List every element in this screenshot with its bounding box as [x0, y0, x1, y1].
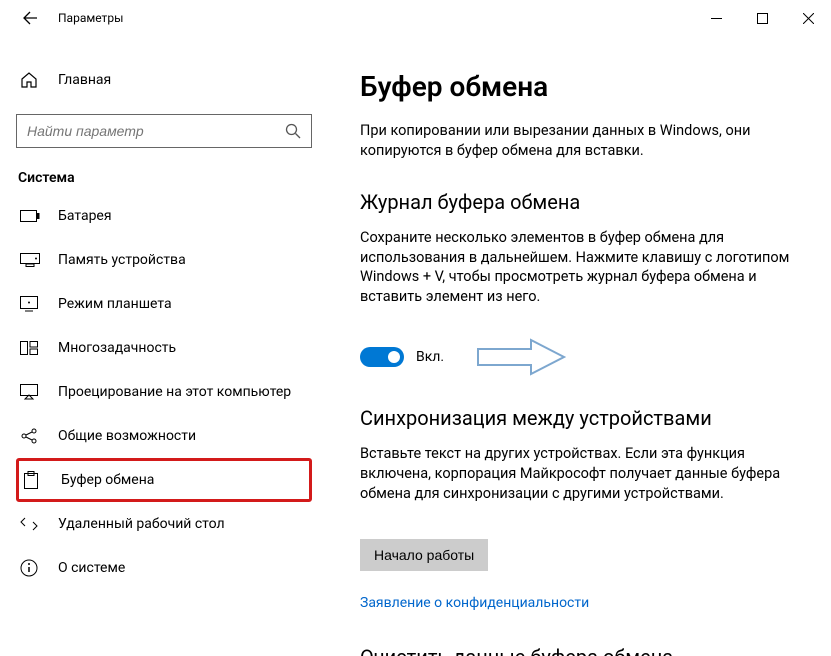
sidebar-item-storage[interactable]: Память устройства — [16, 238, 312, 282]
section-title: Система — [16, 170, 312, 186]
home-nav[interactable]: Главная — [16, 60, 312, 100]
window-title: Параметры — [58, 11, 123, 25]
sidebar-item-label: Проецирование на этот компьютер — [58, 384, 291, 400]
history-heading: Журнал буфера обмена — [360, 190, 803, 214]
sync-desc: Вставьте текст на других устройствах. Ес… — [360, 444, 803, 503]
search-icon — [285, 123, 301, 139]
sidebar-item-label: Память устройства — [58, 252, 186, 268]
home-icon — [20, 71, 40, 89]
projecting-icon — [20, 384, 40, 400]
sidebar-item-label: Многозадачность — [58, 340, 176, 356]
get-started-button[interactable]: Начало работы — [360, 539, 488, 571]
clipboard-icon — [23, 471, 43, 489]
sidebar-item-remote[interactable]: Удаленный рабочий стол — [16, 502, 312, 546]
search-input[interactable] — [27, 123, 285, 139]
tablet-icon — [20, 296, 40, 312]
sidebar: Главная Система Батарея Память устройств… — [0, 36, 328, 656]
history-toggle[interactable] — [360, 347, 404, 367]
battery-icon — [20, 210, 40, 222]
toggle-label: Вкл. — [416, 349, 444, 365]
sidebar-item-label: Буфер обмена — [61, 472, 154, 488]
history-desc: Сохраните несколько элементов в буфер об… — [360, 228, 803, 306]
about-icon — [20, 559, 40, 577]
maximize-button[interactable] — [739, 0, 785, 36]
window-controls — [693, 0, 831, 36]
clear-heading: Очистить данные буфера обмена — [360, 645, 803, 656]
close-button[interactable] — [785, 0, 831, 36]
sidebar-item-about[interactable]: О системе — [16, 546, 312, 590]
sync-heading: Синхронизация между устройствами — [360, 406, 803, 430]
sidebar-item-label: Общие возможности — [58, 428, 196, 444]
arrow-left-icon — [22, 10, 38, 26]
close-icon — [803, 13, 814, 24]
home-label: Главная — [58, 72, 111, 88]
privacy-link[interactable]: Заявление о конфиденциальности — [360, 595, 589, 611]
sidebar-item-clipboard[interactable]: Буфер обмена — [16, 458, 312, 502]
sidebar-item-multitask[interactable]: Многозадачность — [16, 326, 312, 370]
main-content: Буфер обмена При копировании или вырезан… — [328, 36, 831, 656]
sidebar-item-label: Батарея — [58, 208, 112, 224]
sidebar-item-label: Удаленный рабочий стол — [58, 516, 225, 532]
back-button[interactable] — [10, 0, 50, 36]
sidebar-item-projecting[interactable]: Проецирование на этот компьютер — [16, 370, 312, 414]
sidebar-item-label: Режим планшета — [58, 296, 172, 312]
minimize-icon — [711, 13, 722, 24]
search-box[interactable] — [16, 114, 312, 148]
maximize-icon — [757, 13, 768, 24]
page-title: Буфер обмена — [360, 70, 803, 103]
minimize-button[interactable] — [693, 0, 739, 36]
sidebar-item-battery[interactable]: Батарея — [16, 194, 312, 238]
arrow-annotation-icon — [476, 336, 566, 378]
multitask-icon — [20, 341, 40, 355]
sidebar-item-tablet[interactable]: Режим планшета — [16, 282, 312, 326]
titlebar: Параметры — [0, 0, 831, 36]
shared-icon — [20, 428, 40, 444]
sidebar-item-label: О системе — [58, 560, 125, 576]
remote-icon — [20, 516, 40, 532]
storage-icon — [20, 253, 40, 267]
sidebar-item-shared[interactable]: Общие возможности — [16, 414, 312, 458]
intro-text: При копировании или вырезании данных в W… — [360, 121, 803, 160]
